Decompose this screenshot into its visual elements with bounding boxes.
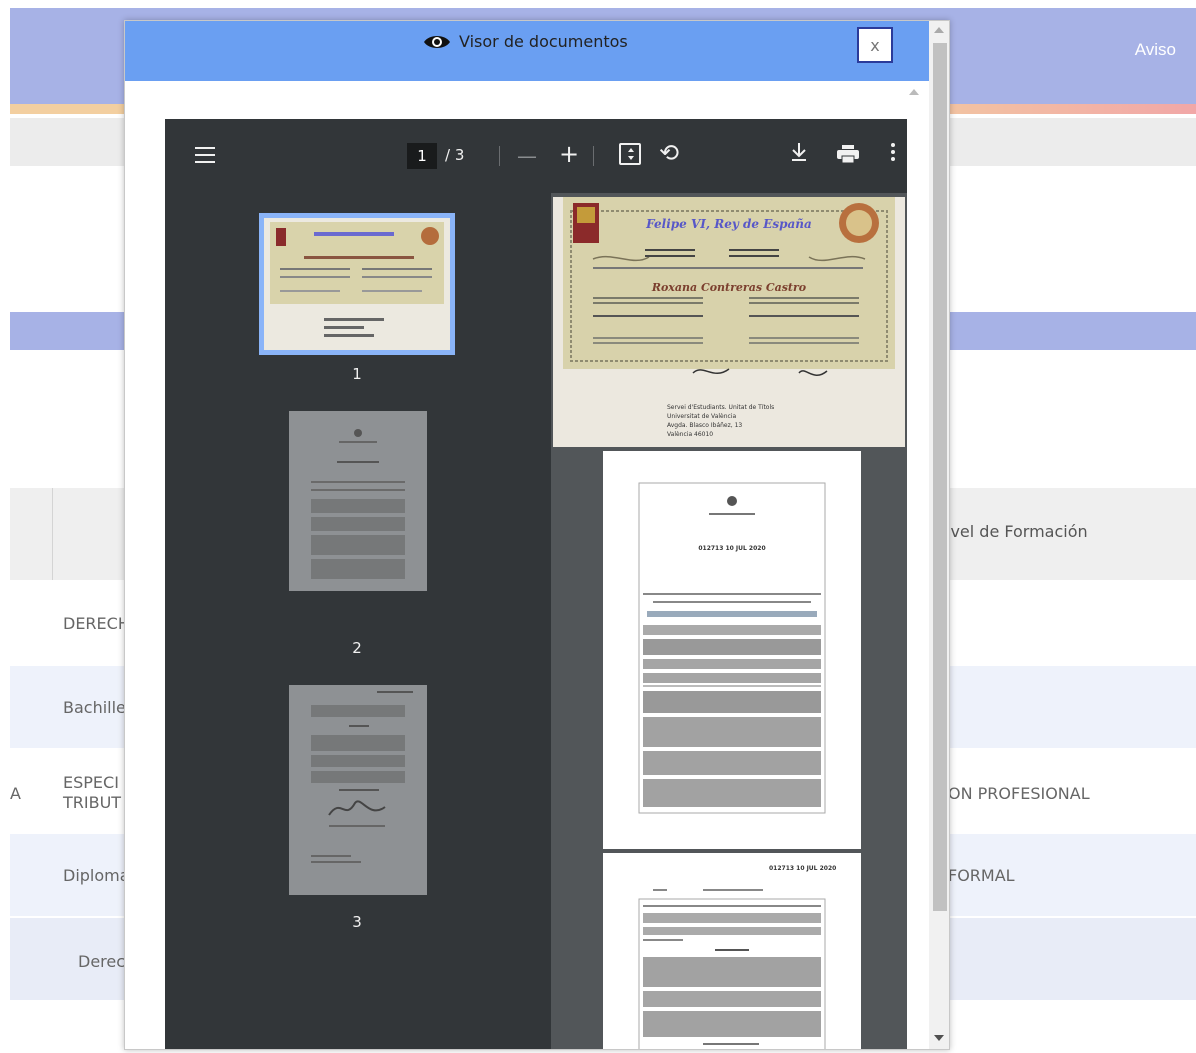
print-icon[interactable]: [837, 145, 859, 163]
rotate-icon[interactable]: ⟲: [659, 139, 679, 167]
scroll-down-icon[interactable]: [934, 1035, 944, 1041]
thumbnail-image: [264, 218, 450, 350]
row-cell-level: ON PROFESIONAL: [948, 784, 1090, 803]
document-page-1: Felipe VI, Rey de España Roxana Contrera…: [553, 197, 905, 447]
eye-icon: [424, 35, 450, 48]
thumbnail-label: 2: [352, 639, 362, 657]
page-view: Felipe VI, Rey de España Roxana Contrera…: [551, 193, 907, 1049]
certificate-recipient: Roxana Contreras Castro: [651, 281, 807, 294]
resolution-number: 012713 10 JUL 2020: [769, 865, 837, 872]
more-vertical-icon[interactable]: [891, 143, 895, 164]
close-button[interactable]: x: [857, 27, 893, 63]
aviso-link[interactable]: Aviso: [1135, 40, 1176, 60]
thumbnail-image: [311, 429, 405, 579]
certificate-footer: Servei d'Estudiants. Unitat de Títols Un…: [667, 404, 775, 438]
thumbnail-image: [311, 691, 413, 863]
row-cell-program: ESPECI TRIBUT: [63, 773, 122, 812]
modal-scrollbar[interactable]: [929, 21, 949, 1049]
thumbnail-page-3[interactable]: [289, 685, 427, 895]
scroll-up-icon[interactable]: [934, 27, 944, 33]
zoom-in-icon[interactable]: +: [559, 140, 579, 168]
modal-title: Visor de documentos: [423, 32, 628, 51]
document-page-2: 012713 10 JUL 2020: [603, 451, 861, 849]
document-page-3: 012713 10 JUL 2020: [603, 853, 861, 1049]
modal-header: Visor de documentos x: [125, 21, 929, 81]
row-cell-program: Diploma: [63, 866, 130, 885]
column-header-nivel: ivel de Formación: [946, 522, 1088, 541]
pdf-viewer: 1 / 3 — + ⟲ 1 2 3 Felipe VI, Rey de Espa…: [165, 119, 907, 1049]
scrollbar-thumb[interactable]: [933, 43, 947, 911]
document-page-3-content: [638, 889, 826, 1049]
thumbnail-page-1[interactable]: [259, 213, 455, 355]
certificate-heading: Felipe VI, Rey de España: [646, 217, 812, 231]
zoom-out-icon[interactable]: —: [517, 144, 537, 168]
download-icon[interactable]: [789, 141, 809, 163]
thumbnail-sidebar: 1 2 3: [165, 193, 551, 1049]
inner-scroll-up-icon[interactable]: [909, 89, 919, 95]
resolution-number: 012713 10 JUL 2020: [698, 545, 766, 552]
thumbnail-label: 3: [352, 913, 362, 931]
document-page-2-content: [638, 482, 826, 814]
document-viewer-modal: Visor de documentos x 1 / 3 — + ⟲ 1 2 3 …: [124, 20, 950, 1050]
row-cell-program: Bachille: [63, 698, 126, 717]
toolbar-divider: [593, 146, 594, 166]
table-header-divider: [52, 488, 53, 580]
modal-title-text: Visor de documentos: [459, 32, 628, 51]
row-cell-level: FORMAL: [948, 866, 1015, 885]
current-page-input[interactable]: 1: [407, 143, 437, 169]
row-cell-prefix: A: [10, 784, 21, 803]
thumbnail-label: 1: [352, 365, 362, 383]
fit-to-page-icon[interactable]: [619, 143, 641, 165]
row-cell-program: DERECH: [63, 614, 130, 633]
thumbnail-page-2[interactable]: [289, 411, 427, 591]
toolbar-divider: [499, 146, 500, 166]
menu-icon[interactable]: [195, 147, 215, 163]
row-cell-program: Derec: [78, 952, 126, 971]
page-count: / 3: [445, 146, 465, 164]
pdf-toolbar: 1 / 3 — + ⟲: [165, 119, 907, 193]
